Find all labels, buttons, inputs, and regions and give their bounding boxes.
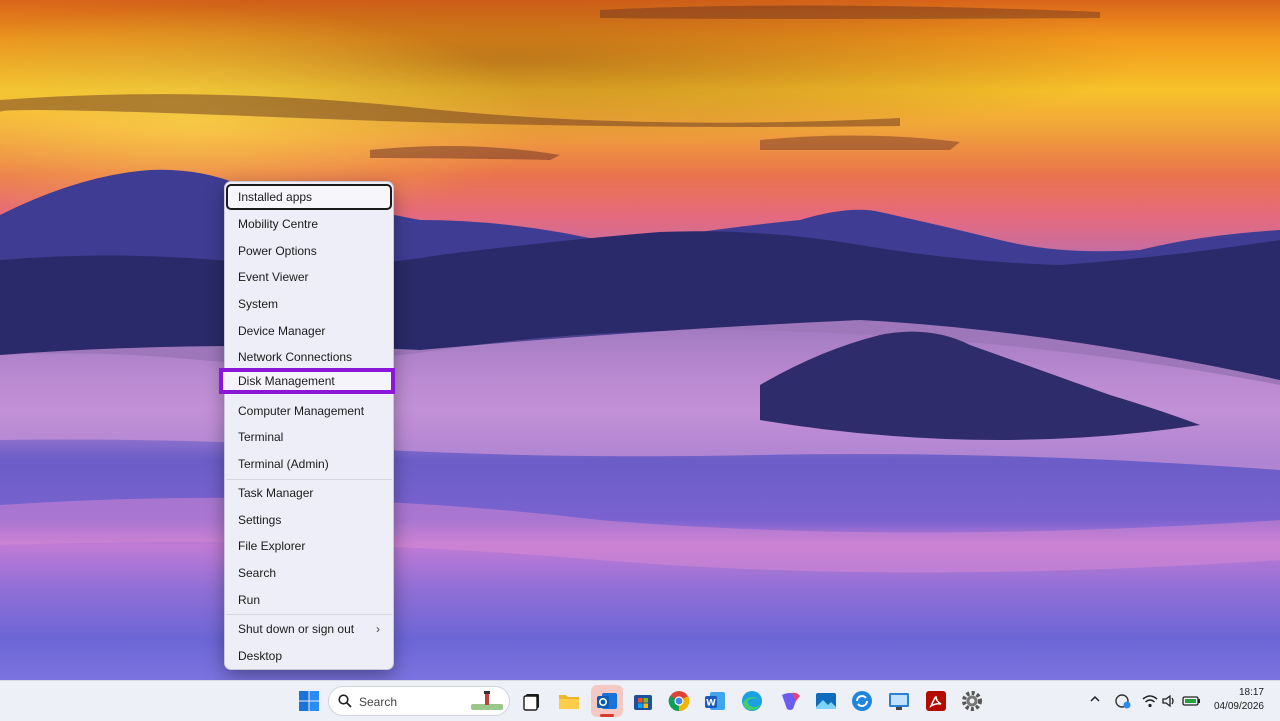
- chrome-icon[interactable]: [667, 689, 691, 713]
- onedrive-icon[interactable]: [1114, 692, 1132, 710]
- menu-item-terminal-admin[interactable]: Terminal (Admin): [226, 451, 392, 477]
- taskbar-search-box[interactable]: Search: [328, 686, 510, 716]
- menu-item-system[interactable]: System: [226, 291, 392, 317]
- search-label: Search: [359, 695, 398, 709]
- menu-item-power-options[interactable]: Power Options: [226, 238, 392, 264]
- remote-desktop-icon[interactable]: [887, 689, 911, 713]
- menu-item-label: Shut down or sign out: [238, 622, 355, 636]
- menu-item-mobility-centre[interactable]: Mobility Centre: [226, 211, 392, 237]
- search-icon: [338, 694, 352, 708]
- photos-icon[interactable]: [814, 689, 838, 713]
- windows-start-icon[interactable]: [297, 689, 321, 713]
- chevron-up-icon[interactable]: [1087, 691, 1103, 707]
- battery-icon[interactable]: [1181, 692, 1201, 710]
- task-view-icon[interactable]: [521, 689, 545, 713]
- clock-date[interactable]: 04/09/2026: [1206, 701, 1264, 712]
- menu-item-task-manager[interactable]: Task Manager: [226, 480, 392, 506]
- menu-item-settings[interactable]: Settings: [226, 507, 392, 533]
- file-explorer-icon[interactable]: [557, 689, 581, 713]
- menu-item-disk-management[interactable]: Disk Management: [219, 368, 395, 394]
- menu-item-run[interactable]: Run: [226, 587, 392, 613]
- wifi-icon[interactable]: [1141, 692, 1159, 710]
- menu-separator: [226, 614, 392, 615]
- sync-icon[interactable]: [850, 689, 874, 713]
- desktop-wallpaper: [0, 0, 1280, 680]
- menu-item-event-viewer[interactable]: Event Viewer: [226, 264, 392, 290]
- copilot-icon[interactable]: [778, 689, 802, 713]
- edge-icon[interactable]: [740, 689, 764, 713]
- settings-gear-icon[interactable]: [960, 689, 984, 713]
- taskbar: Search W 18:17 04/09/2026: [0, 680, 1280, 721]
- menu-item-shut-down[interactable]: Shut down or sign out ›: [226, 616, 392, 642]
- word-icon[interactable]: W: [703, 689, 727, 713]
- menu-item-desktop[interactable]: Desktop: [226, 643, 392, 669]
- outlook-icon[interactable]: [591, 685, 623, 717]
- search-highlight-icon: [471, 691, 503, 710]
- speaker-icon[interactable]: [1160, 692, 1178, 710]
- clock-time[interactable]: 18:17: [1214, 687, 1264, 698]
- quick-link-menu: Installed apps Mobility Centre Power Opt…: [219, 181, 395, 670]
- microsoft-store-icon[interactable]: [631, 689, 655, 713]
- menu-item-installed-apps[interactable]: Installed apps: [226, 184, 392, 210]
- menu-item-file-explorer[interactable]: File Explorer: [226, 533, 392, 559]
- menu-item-computer-management[interactable]: Computer Management: [226, 398, 392, 424]
- svg-text:W: W: [706, 699, 716, 709]
- menu-item-terminal[interactable]: Terminal: [226, 424, 392, 450]
- chevron-right-icon: ›: [376, 622, 380, 636]
- menu-item-search[interactable]: Search: [226, 560, 392, 586]
- menu-item-device-manager[interactable]: Device Manager: [226, 318, 392, 344]
- acrobat-icon[interactable]: [924, 689, 948, 713]
- menu-item-network-connections[interactable]: Network Connections: [226, 344, 392, 370]
